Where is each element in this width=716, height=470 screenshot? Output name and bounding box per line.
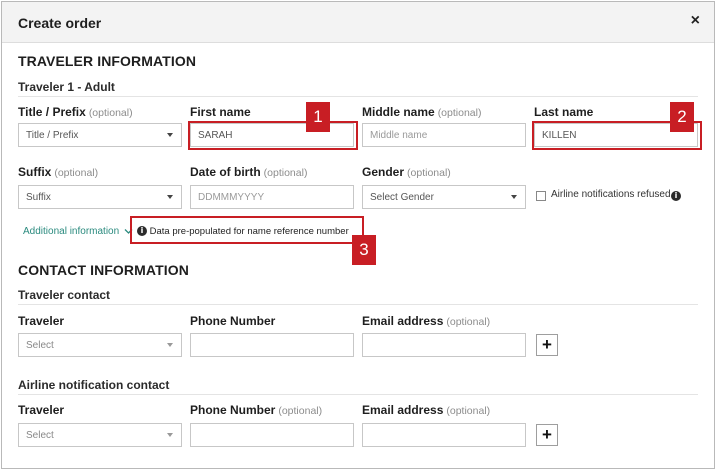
email-address-label: Email address (optional) <box>362 403 491 417</box>
traveler-label: Traveler <box>18 314 65 328</box>
suffix-label: Suffix (optional) <box>18 165 99 179</box>
add-contact-button[interactable]: + <box>536 424 558 446</box>
callout-badge-1: 1 <box>306 102 330 132</box>
middle-name-input[interactable]: Middle name <box>362 123 526 147</box>
dialog-title: Create order <box>18 15 102 31</box>
add-contact-button[interactable]: + <box>536 334 558 356</box>
traveler-select[interactable]: Select <box>18 333 182 357</box>
dialog-header: Create order × <box>2 2 714 43</box>
divider <box>18 96 698 97</box>
gender-select[interactable]: Select Gender <box>362 185 526 209</box>
chevron-down-icon <box>167 133 173 137</box>
date-of-birth-input[interactable]: DDMMMYYYY <box>190 185 354 209</box>
airline-notifications-checkbox[interactable] <box>536 191 546 201</box>
prepopulated-note: i Data pre-populated for name reference … <box>137 226 349 237</box>
phone-number-label: Phone Number <box>190 314 276 328</box>
callout-box-1 <box>188 121 358 150</box>
divider <box>18 394 698 395</box>
additional-info-link[interactable]: Additional information <box>23 226 133 237</box>
callout-badge-2: 2 <box>670 102 694 132</box>
chevron-down-icon <box>511 195 517 199</box>
date-of-birth-label: Date of birth (optional) <box>190 165 308 179</box>
email-address-input[interactable] <box>362 333 526 357</box>
airline-notifications-label: Airline notifications refused <box>551 189 671 200</box>
suffix-select[interactable]: Suffix <box>18 185 182 209</box>
contact-info-heading: CONTACT INFORMATION <box>18 262 189 278</box>
phone-number-input[interactable] <box>190 333 354 357</box>
traveler-select[interactable]: Select <box>18 423 182 447</box>
chevron-down-icon <box>167 195 173 199</box>
traveler-label: Traveler <box>18 403 65 417</box>
create-order-dialog: Create order × TRAVELER INFORMATION Trav… <box>1 1 715 469</box>
phone-number-input[interactable] <box>190 423 354 447</box>
email-address-label: Email address (optional) <box>362 314 491 328</box>
last-name-label: Last name <box>534 105 594 119</box>
traveler-subheading: Traveler 1 - Adult <box>18 80 115 94</box>
title-prefix-label: Title / Prefix (optional) <box>18 105 133 119</box>
close-icon[interactable]: × <box>691 12 700 30</box>
divider <box>18 304 698 305</box>
chevron-down-icon <box>167 433 173 437</box>
phone-number-label: Phone Number (optional) <box>190 403 323 417</box>
gender-label: Gender (optional) <box>362 165 451 179</box>
first-name-label: First name <box>190 105 251 119</box>
chevron-down-icon <box>167 343 173 347</box>
info-icon[interactable]: i <box>671 191 681 201</box>
traveler-info-heading: TRAVELER INFORMATION <box>18 53 197 69</box>
airline-contact-subheading: Airline notification contact <box>18 378 170 392</box>
traveler-contact-subheading: Traveler contact <box>18 288 111 302</box>
middle-name-label: Middle name (optional) <box>362 105 482 119</box>
title-prefix-select[interactable]: Title / Prefix <box>18 123 182 147</box>
callout-badge-3: 3 <box>352 235 376 265</box>
email-address-input[interactable] <box>362 423 526 447</box>
info-icon: i <box>137 226 147 237</box>
